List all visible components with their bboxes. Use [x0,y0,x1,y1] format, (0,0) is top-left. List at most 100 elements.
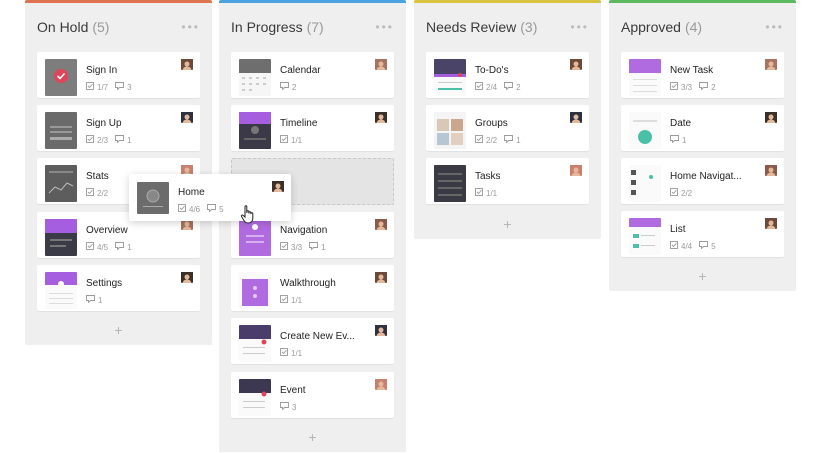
avatar[interactable] [570,111,582,123]
card-meta: 4/4 5 [670,241,723,251]
task-card[interactable]: Date 1 [621,105,784,151]
card-meta: 3/3 1 [280,242,333,252]
task-card[interactable]: New Task 3/3 2 [621,52,784,98]
more-dots-icon[interactable]: ••• [570,20,589,34]
comment-meta: 2 [504,82,521,92]
more-dots-icon[interactable]: ••• [181,20,200,34]
plus-icon[interactable]: + [609,268,796,284]
avatar[interactable] [570,58,582,70]
column-title: Approved (4) [621,19,702,35]
card-thumbnail [629,112,661,149]
column-count: (4) [684,19,703,35]
dragging-task-card[interactable]: Home 4/6 5 [129,174,291,221]
avatar[interactable] [375,58,387,70]
avatar[interactable] [181,58,193,70]
more-dots-icon[interactable]: ••• [765,20,784,34]
plus-icon[interactable]: + [414,216,601,232]
card-meta: 2/2 [86,188,115,198]
checklist-meta: 3/3 [670,82,692,92]
card-meta: 2 [280,82,303,92]
task-card[interactable]: Home Navigat... 2/2 [621,158,784,204]
avatar[interactable] [570,164,582,176]
task-card[interactable]: Sign Up 2/3 1 [37,105,200,151]
comment-icon [670,135,682,145]
checklist-meta: 2/2 [86,188,108,198]
checklist-count: 2/4 [486,82,498,92]
checkbox-icon [280,135,291,145]
card-meta: 1 [670,135,693,145]
avatar[interactable] [765,58,777,70]
comment-meta: 1 [86,295,102,305]
checkbox-icon [475,135,486,145]
comment-meta: 5 [207,204,224,214]
comment-icon [280,402,292,412]
task-card[interactable]: Walkthrough 1/1 [231,265,394,311]
comment-meta: 2 [280,82,296,92]
comment-icon [280,82,292,92]
more-dots-icon[interactable]: ••• [375,20,394,34]
avatar[interactable] [375,271,387,283]
comment-icon [699,82,711,92]
checklist-meta: 1/7 [86,82,108,92]
checklist-count: 2/3 [97,135,109,145]
task-card[interactable]: Create New Ev... 1/1 [231,318,394,364]
checklist-count: 4/6 [189,204,201,214]
task-card[interactable]: Tasks 1/1 [426,158,589,204]
avatar[interactable] [272,180,284,192]
checkbox-icon [670,82,681,92]
avatar[interactable] [765,217,777,229]
avatar[interactable] [765,164,777,176]
card-thumbnail [434,112,466,149]
card-thumbnail [239,272,271,309]
card-title: Create New Ev... [280,331,355,342]
card-meta: 1 [86,295,109,305]
comment-count: 5 [219,204,224,214]
task-card[interactable]: Sign In 1/7 3 [37,52,200,98]
comment-icon [207,204,219,214]
column-header: Needs Review (3) ••• [414,3,601,51]
comment-count: 1 [321,242,326,252]
comment-meta: 1 [670,135,686,145]
column-needs-review: Needs Review (3) ••• To-Do's 2/4 2 Groups 2/2 1 T… [414,0,601,239]
task-card[interactable]: To-Do's 2/4 2 [426,52,589,98]
task-card[interactable]: Timeline 1/1 [231,105,394,151]
comment-count: 1 [98,295,103,305]
task-card[interactable]: Event 3 [231,372,394,418]
avatar[interactable] [181,111,193,123]
card-thumbnail [45,165,77,202]
card-thumbnail [239,112,271,149]
task-card[interactable]: Settings 1 [37,265,200,311]
plus-icon[interactable]: + [25,322,212,338]
checkbox-icon [670,241,681,251]
card-title: Date [670,118,692,129]
task-card[interactable]: Groups 2/2 1 [426,105,589,151]
card-title: Groups [475,118,508,129]
checkbox-icon [86,188,97,198]
comment-meta: 1 [504,135,521,145]
checklist-count: 1/1 [291,295,303,305]
comment-meta: 2 [699,82,716,92]
card-title: Settings [86,278,123,289]
avatar[interactable] [375,378,387,390]
comment-icon [115,242,127,252]
avatar[interactable] [765,111,777,123]
column-name: In Progress [231,19,303,35]
comment-icon [86,295,98,305]
card-title: Tasks [475,171,501,182]
task-card[interactable]: Calendar 2 [231,52,394,98]
column-title: In Progress (7) [231,19,324,35]
avatar[interactable] [375,324,387,336]
column-header: In Progress (7) ••• [219,3,406,51]
card-meta: 1/1 [280,348,309,358]
card-title: Event [280,385,306,396]
card-thumbnail [434,59,466,96]
avatar[interactable] [375,218,387,230]
checklist-count: 2/2 [97,188,109,198]
card-meta: 2/3 1 [86,135,139,145]
avatar[interactable] [375,111,387,123]
task-card[interactable]: List 4/4 5 [621,211,784,257]
comment-count: 2 [516,82,521,92]
plus-icon[interactable]: + [219,429,406,445]
avatar[interactable] [181,271,193,283]
card-title: New Task [670,65,714,76]
